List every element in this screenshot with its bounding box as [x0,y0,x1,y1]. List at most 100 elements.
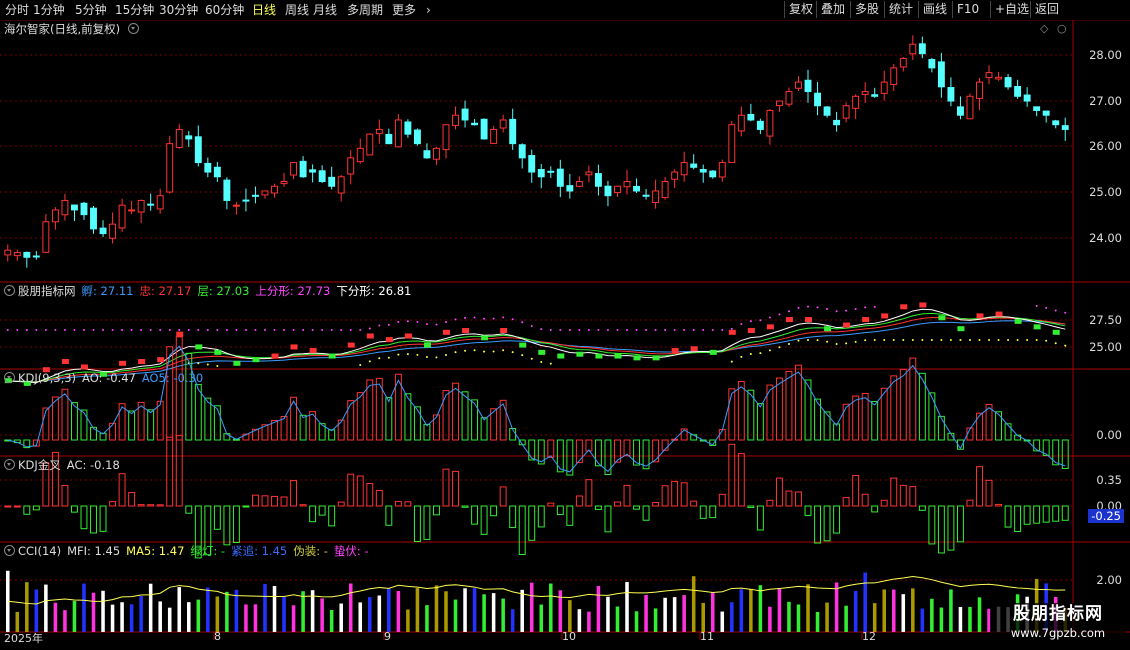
ac-bar [909,486,917,507]
upper-fractal-dot [530,324,533,327]
lower-fractal-dot [988,339,991,341]
ac-bar [671,480,679,507]
ac-bar [956,505,964,543]
candle-body [947,87,955,102]
ac-bar [309,505,317,523]
ac-bar [614,501,621,507]
upper-fractal-dot [16,329,19,331]
candle-body [156,195,164,210]
candle-body [271,185,278,194]
diamond-icon[interactable]: ◇ [1040,22,1048,35]
lower-fractal-dot [368,360,371,363]
candle-body [1061,125,1069,130]
ac-bar [661,485,669,507]
lower-fractal-dot [797,339,800,342]
ao-bar [899,368,907,441]
guppy-pane-title: 股朋指标网 孵: 27.11 忠: 27.17 层: 27.03 上分形: 27.73 下… [4,283,417,299]
ac-bar [1042,505,1050,523]
ac-bar [1033,505,1041,524]
upper-fractal-dot [587,329,590,331]
guppy-block [519,342,527,348]
candle-body [671,171,679,180]
upper-fractal-dot [54,329,57,331]
candle-body [356,147,364,163]
candle-body [4,249,12,256]
candle-body [633,185,640,192]
upper-fractal-dot [1054,309,1057,312]
guppy-block [690,346,698,352]
ao-bar [909,357,917,441]
candle-body [766,109,774,137]
upper-fractal-dot [206,329,209,331]
upper-fractal-dot [321,329,324,331]
ac-bar [842,497,850,507]
ao-bar [299,414,307,441]
upper-fractal-dot [149,329,152,331]
kdjx_pane-collapse-icon[interactable] [4,459,15,470]
upper-fractal-dot [826,307,829,310]
guppy_pane-collapse-icon[interactable] [4,285,15,296]
settings-dropdown-icon[interactable] [127,23,139,34]
upper-fractal-dot [25,329,28,331]
lower-fractal-dot [892,339,895,341]
guppy-block [843,322,851,328]
ac-bar [375,489,383,507]
circle-icon[interactable]: ○ [1057,22,1067,35]
ac-bar [413,505,421,543]
ac-bar [80,505,88,530]
ac-bar [471,505,479,525]
ao-bar [290,396,298,441]
lower-fractal-dot [444,353,447,356]
upper-fractal-dot [292,329,295,331]
guppy-block [881,313,889,319]
candle-body [242,199,250,202]
upper-fractal-dot [521,321,524,324]
kdj_pane-collapse-icon[interactable] [4,372,15,383]
lower-fractal-dot [502,349,505,352]
upper-fractal-dot [1064,311,1067,314]
guppy-block [747,328,755,333]
guppy-block [785,317,793,323]
watermark-title: 股朋指标网 [1013,604,1103,624]
candle-body [433,147,440,160]
candle-body [995,76,1003,80]
candle-body [604,185,612,197]
upper-fractal-dot [330,329,333,331]
candle-body [842,105,850,119]
candle-body [280,181,288,185]
candle-body [642,194,650,197]
candle-body [1023,94,1031,102]
ac-bar [718,493,726,507]
candle-body [899,57,907,68]
guppy-block [728,329,736,335]
ac-bar [175,435,183,507]
x-tick-5: 12 [862,630,876,643]
guppy-block [633,355,641,361]
ac-bar [814,505,821,544]
cci_pane-collapse-icon[interactable] [4,545,15,556]
upper-fractal-dot [787,310,790,313]
candle-body [70,204,78,211]
lower-fractal-dot [959,339,962,341]
guppy-block [423,342,431,348]
lower-fractal-dot [1035,339,1038,341]
candle-body [480,118,488,140]
upper-fractal-dot [797,306,800,309]
upper-fractal-dot [473,316,476,319]
ac-bar [137,504,145,507]
upper-fractal-dot [406,320,409,323]
guppy-block [138,359,146,364]
upper-fractal-dot [387,323,390,326]
lower-fractal-dot [540,360,543,363]
candle-body [909,43,917,55]
upper-fractal-dot [568,329,571,331]
lower-fractal-dot [378,357,381,360]
upper-fractal-dot [178,329,181,331]
candle-body [23,251,31,258]
candle-body [747,113,755,121]
ao-bar [775,377,783,441]
candle-body [147,203,155,206]
ac-bar [185,505,193,514]
ac-bar [13,505,21,508]
kdj-pane-title: KDJ(9,3,3) AO: -0.47 AO5: -0.30 [4,370,209,386]
